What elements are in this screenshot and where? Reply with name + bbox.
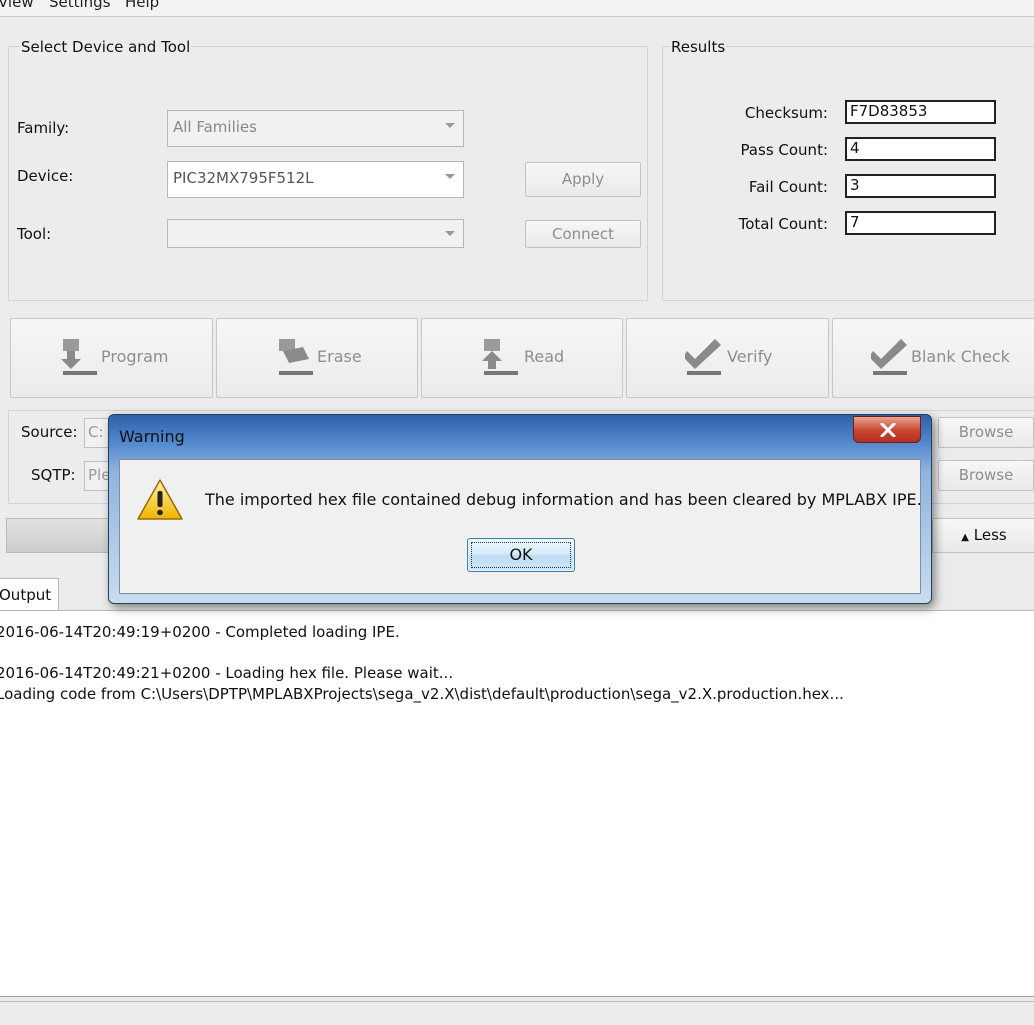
- menu-view[interactable]: View: [0, 0, 34, 11]
- menu-help[interactable]: Help: [125, 0, 159, 11]
- total-count-value: 7: [845, 211, 996, 235]
- pass-count-value: 4: [845, 137, 996, 161]
- checksum-value: F7D83853: [845, 100, 996, 124]
- tool-label: Tool:: [17, 225, 52, 243]
- dialog-close-button[interactable]: [853, 416, 921, 443]
- output-line: 2016-06-14T20:49:21+0200 - Loading hex f…: [0, 664, 454, 682]
- progress-bar: [6, 518, 116, 553]
- source-label: Source:: [21, 423, 78, 441]
- output-area[interactable]: 2016-06-14T20:49:19+0200 - Completed loa…: [0, 610, 1034, 997]
- warning-icon: [137, 479, 183, 520]
- warning-dialog: Warning The imported hex file contained …: [108, 414, 932, 604]
- source-value: C:: [88, 423, 104, 441]
- program-icon: [61, 339, 97, 375]
- family-value: All Families: [173, 118, 257, 136]
- output-line: 2016-06-14T20:49:19+0200 - Completed loa…: [0, 623, 400, 641]
- menu-bar: View Settings Help: [0, 0, 1034, 17]
- apply-button[interactable]: Apply: [525, 162, 641, 197]
- blank-check-button[interactable]: Blank Check: [832, 318, 1034, 398]
- tool-select[interactable]: [167, 219, 464, 248]
- less-button[interactable]: ▲ Less: [932, 518, 1034, 553]
- device-select[interactable]: PIC32MX795F512L: [167, 161, 464, 198]
- dialog-title: Warning: [119, 427, 185, 446]
- blank-check-label: Blank Check: [911, 347, 1010, 366]
- verify-icon: [685, 339, 721, 375]
- chevron-down-icon: [445, 174, 455, 179]
- output-line: Loading code from C:\Users\DPTP\MPLABXPr…: [0, 685, 844, 703]
- device-value: PIC32MX795F512L: [173, 169, 314, 187]
- status-bar: [0, 996, 1034, 1025]
- pass-count-label: Pass Count:: [740, 141, 828, 159]
- browse-sqtp-button[interactable]: Browse: [938, 460, 1034, 491]
- program-label: Program: [101, 347, 169, 366]
- fail-count-label: Fail Count:: [748, 178, 828, 196]
- dialog-message: The imported hex file contained debug in…: [205, 490, 922, 509]
- dialog-body: The imported hex file contained debug in…: [119, 459, 922, 594]
- tab-output-label: Output: [0, 586, 52, 604]
- sqtp-label: SQTP:: [31, 466, 76, 484]
- total-count-label: Total Count:: [738, 215, 828, 233]
- connect-button[interactable]: Connect: [525, 220, 641, 248]
- chevron-down-icon: [445, 231, 455, 236]
- results-title: Results: [670, 38, 727, 56]
- chevron-down-icon: [445, 123, 455, 128]
- close-icon: [880, 423, 896, 437]
- erase-label: Erase: [317, 347, 362, 366]
- ok-button[interactable]: OK: [467, 538, 575, 572]
- read-icon: [482, 339, 518, 375]
- verify-button[interactable]: Verify: [626, 318, 829, 398]
- checksum-label: Checksum:: [744, 104, 828, 122]
- device-panel-title: Select Device and Tool: [20, 38, 192, 56]
- less-label: Less: [973, 526, 1007, 544]
- fail-count-value: 3: [845, 174, 996, 198]
- read-label: Read: [524, 347, 565, 366]
- menu-settings[interactable]: Settings: [49, 0, 111, 11]
- tab-output[interactable]: Output: [0, 578, 59, 611]
- erase-button[interactable]: Erase: [216, 318, 418, 398]
- family-label: Family:: [17, 119, 70, 137]
- blank-check-icon: [871, 339, 907, 375]
- read-button[interactable]: Read: [421, 318, 623, 398]
- collapse-arrow-icon: ▲: [961, 532, 969, 543]
- family-select[interactable]: All Families: [167, 110, 464, 147]
- verify-label: Verify: [727, 347, 773, 366]
- browse-source-button[interactable]: Browse: [938, 417, 1034, 448]
- erase-icon: [279, 339, 313, 375]
- program-button[interactable]: Program: [10, 318, 213, 398]
- device-label: Device:: [17, 167, 74, 185]
